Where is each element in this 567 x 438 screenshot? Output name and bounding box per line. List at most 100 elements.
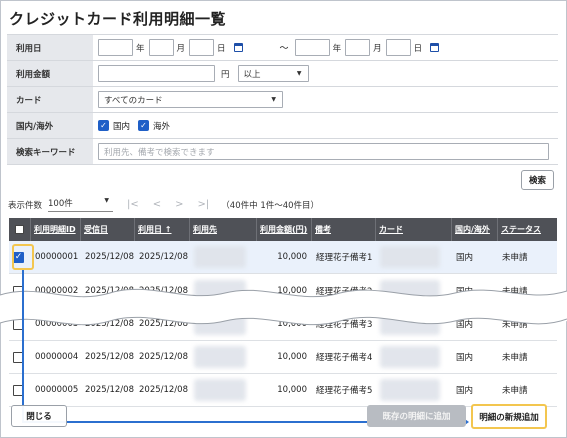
keyword-row: 検索キーワード 利用先、備考で検索できます bbox=[7, 139, 558, 165]
first-page-button[interactable]: |< bbox=[127, 199, 139, 210]
cell-status: 未申請 bbox=[502, 287, 528, 297]
pager: 表示件数 100件 ▼ |< < > >| （40件中 1件〜40件目） bbox=[8, 197, 319, 212]
table-cell bbox=[190, 308, 257, 340]
table-cell bbox=[190, 341, 257, 373]
cell-usage-date: 2025/12/08 bbox=[139, 319, 188, 329]
add-new-statement-button[interactable]: 明細の新規追加 bbox=[471, 404, 547, 429]
table-cell bbox=[9, 308, 31, 340]
cell-status: 未申請 bbox=[502, 253, 528, 263]
table-row[interactable]: 00000004 2025/12/08 2025/12/08 10,000 経理花子備考… bbox=[9, 341, 557, 374]
table-row[interactable]: 00000002 2025/12/08 2025/12/08 10,000 経理花子備考… bbox=[9, 275, 557, 308]
cell-region: 国内 bbox=[456, 320, 474, 330]
header-select-all[interactable] bbox=[9, 218, 31, 241]
cell-received-date: 2025/12/08 bbox=[85, 286, 134, 296]
from-month-input[interactable] bbox=[148, 39, 174, 56]
cell-received-date: 2025/12/08 bbox=[85, 352, 134, 362]
table-header: 利用明細ID 受信日 利用日 ↑ 利用先 利用金額(円) 備考 カード 国内/海… bbox=[9, 218, 557, 241]
blurred-merchant bbox=[194, 313, 246, 335]
cell-region: 国内 bbox=[456, 253, 474, 263]
yen-unit: 円 bbox=[221, 69, 230, 80]
header-region[interactable]: 国内/海外 bbox=[452, 218, 498, 241]
cell-amount: 10,000 bbox=[277, 252, 307, 262]
blurred-card bbox=[380, 280, 440, 302]
display-count-select[interactable]: 100件 ▼ bbox=[48, 197, 114, 212]
select-all-checkbox[interactable] bbox=[15, 225, 24, 234]
domestic-checkbox[interactable]: ✓ bbox=[98, 120, 109, 131]
cell-status: 未申請 bbox=[502, 320, 528, 330]
blurred-merchant bbox=[194, 280, 246, 302]
card-select-value: すべてのカード bbox=[104, 95, 163, 106]
display-count-value: 100件 bbox=[48, 199, 73, 209]
header-usage-date[interactable]: 利用日 ↑ bbox=[135, 218, 190, 241]
table-cell bbox=[376, 341, 452, 373]
keyword-placeholder: 利用先、備考で検索できます bbox=[104, 147, 215, 158]
search-form: 利用日 年 月 日 ～ 年 月 日 利用金額 円 以上 ▼ カード すべてのカー… bbox=[7, 34, 558, 165]
cell-amount: 10,000 bbox=[277, 385, 307, 395]
cell-id: 00000005 bbox=[35, 385, 79, 395]
header-note[interactable]: 備考 bbox=[312, 218, 376, 241]
cell-amount: 10,000 bbox=[277, 286, 307, 296]
search-button[interactable]: 検索 bbox=[521, 170, 554, 190]
cell-amount: 10,000 bbox=[277, 352, 307, 362]
last-page-button[interactable]: >| bbox=[198, 199, 210, 210]
amount-input[interactable] bbox=[98, 65, 215, 82]
amount-row: 利用金額 円 以上 ▼ bbox=[7, 61, 558, 87]
connector-line bbox=[22, 270, 24, 422]
chevron-down-icon: ▼ bbox=[271, 96, 276, 103]
add-to-existing-button[interactable]: 既存の明細に追加 bbox=[367, 405, 466, 427]
day-unit: 日 bbox=[413, 43, 423, 54]
domestic-label: 国内 bbox=[113, 121, 131, 132]
close-button[interactable]: 閉じる bbox=[11, 405, 67, 427]
table-row[interactable]: 00000003 2025/12/08 2025/12/08 10,000 経理花子備考… bbox=[9, 308, 557, 341]
table-cell bbox=[9, 275, 31, 307]
year-unit: 年 bbox=[332, 43, 342, 54]
cell-note: 経理花子備考5 bbox=[316, 386, 373, 396]
cell-id: 00000003 bbox=[35, 319, 79, 329]
header-received-date[interactable]: 受信日 bbox=[81, 218, 135, 241]
header-card[interactable]: カード bbox=[376, 218, 452, 241]
cell-status: 未申請 bbox=[502, 386, 528, 396]
prev-page-button[interactable]: < bbox=[153, 199, 161, 210]
to-month-input[interactable] bbox=[345, 39, 371, 56]
overseas-checkbox[interactable]: ✓ bbox=[138, 120, 150, 131]
cell-id: 00000004 bbox=[35, 352, 79, 362]
cell-id: 00000001 bbox=[35, 252, 79, 262]
table-row[interactable]: ✓ 00000001 2025/12/08 2025/12/08 10,000 経理花子備… bbox=[9, 241, 557, 274]
calendar-icon[interactable] bbox=[233, 43, 243, 52]
card-select[interactable]: すべてのカード ▼ bbox=[98, 91, 283, 108]
table-cell bbox=[376, 241, 452, 273]
table-row[interactable]: 00000005 2025/12/08 2025/12/08 10,000 経理花子備考… bbox=[9, 374, 557, 407]
year-unit: 年 bbox=[136, 43, 145, 54]
card-label: カード bbox=[7, 87, 93, 112]
next-page-button[interactable]: > bbox=[175, 199, 183, 210]
usage-date-label: 利用日 bbox=[7, 35, 93, 60]
table-cell bbox=[376, 275, 452, 307]
header-merchant[interactable]: 利用先 bbox=[190, 218, 257, 241]
cell-received-date: 2025/12/08 bbox=[85, 385, 134, 395]
table-cell bbox=[9, 341, 31, 373]
to-year-input[interactable] bbox=[294, 39, 330, 56]
from-day-input[interactable] bbox=[189, 39, 215, 56]
cell-amount: 10,000 bbox=[277, 319, 307, 329]
table-cell bbox=[190, 241, 257, 273]
table-cell bbox=[376, 374, 452, 406]
cell-note: 経理花子備考1 bbox=[316, 253, 373, 263]
keyword-label: 検索キーワード bbox=[7, 139, 93, 164]
from-year-input[interactable] bbox=[98, 39, 133, 56]
calendar-icon[interactable] bbox=[430, 43, 440, 52]
keyword-input[interactable]: 利用先、備考で検索できます bbox=[98, 143, 549, 160]
month-unit: 月 bbox=[176, 43, 186, 54]
range-separator: ～ bbox=[279, 44, 289, 54]
cell-note: 経理花子備考3 bbox=[316, 320, 373, 330]
month-unit: 月 bbox=[373, 43, 382, 54]
header-amount[interactable]: 利用金額(円) bbox=[257, 218, 312, 241]
cell-id: 00000002 bbox=[35, 286, 79, 296]
header-id[interactable]: 利用明細ID bbox=[31, 218, 81, 241]
to-day-input[interactable] bbox=[385, 39, 411, 56]
cell-usage-date: 2025/12/08 bbox=[139, 286, 188, 296]
checkbox-highlight bbox=[12, 244, 34, 270]
card-row: カード すべてのカード ▼ bbox=[7, 87, 558, 113]
header-status[interactable]: ステータス bbox=[498, 218, 557, 241]
display-count-label: 表示件数 bbox=[8, 200, 43, 211]
amount-condition-select[interactable]: 以上 ▼ bbox=[237, 65, 309, 82]
